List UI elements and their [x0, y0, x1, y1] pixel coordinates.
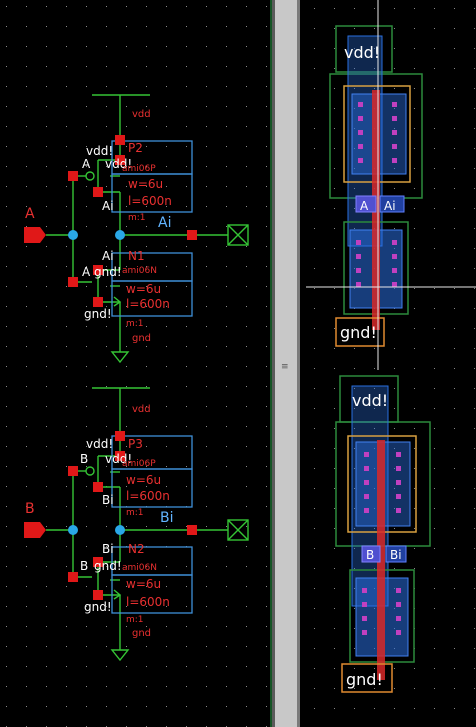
layout-gnd-label-b: gnd! — [346, 670, 383, 689]
nmos-gate-label-b: B — [80, 559, 88, 573]
net-dot-a — [68, 230, 78, 240]
nmos-model-label-b: ami06N — [122, 563, 157, 573]
layout-vdd-label-a: vdd! — [344, 43, 380, 62]
pmos-w-label-b: w=6u — [126, 473, 161, 487]
nmos-drain-label-a: Ai — [102, 249, 114, 263]
pmos-vdd-pin-label-b: vdd! — [86, 437, 113, 451]
layout-canvas[interactable]: vdd! A Ai gnd! vdd! B Bi gnd! — [306, 0, 476, 727]
layout-in-label-a: A — [360, 199, 369, 213]
splitter-edge-right — [297, 0, 300, 727]
net-dot-ai — [115, 230, 125, 240]
pmos-model-label-b: ami06P — [122, 459, 156, 469]
pmos-name-p2: P2 — [128, 141, 143, 155]
input-pin-a-shape — [24, 227, 46, 243]
nmos-m-label-a: m:1 — [126, 319, 144, 329]
pmos-gate-label-a: A — [82, 157, 91, 171]
nmos-bulk-label-a: gnd! — [94, 265, 122, 279]
pmos-l-label-a: l=600n — [128, 194, 172, 208]
layout-out-label-b: Bi — [390, 548, 402, 562]
nmos-name-n1: N1 — [128, 249, 145, 263]
input-pin-b-shape — [24, 522, 46, 538]
nmos-bulk-label-b: gnd! — [94, 559, 122, 573]
nmos-gate-label-a: A — [82, 265, 91, 279]
gnd-label-a: gnd — [132, 333, 151, 344]
vdd-label-a: vdd — [132, 109, 151, 120]
layout-drawing[interactable]: vdd! A Ai gnd! vdd! B Bi gnd! — [306, 0, 476, 727]
schematic-drawing[interactable]: vdd P2 A vdd! vdd! ami06P w=6u Ai l=600n… — [0, 0, 272, 727]
nmos-m-label-b: m:1 — [126, 615, 144, 625]
nmos-l-label-a: l=600n — [126, 297, 170, 311]
pmos-name-p3: P3 — [128, 437, 143, 451]
layout-inverter-a[interactable] — [329, 25, 423, 347]
vdd-label-b: vdd — [132, 404, 151, 415]
pmos-w-label-a: w=6u — [128, 177, 163, 191]
nmos-drain-label-b: Bi — [102, 542, 114, 556]
layout-out-label-a: Ai — [384, 199, 396, 213]
output-terminal-bi[interactable] — [227, 519, 249, 541]
pmos-gate-label-b: B — [80, 452, 88, 466]
nmos-w-label-a: w=6u — [126, 282, 161, 296]
nmos-w-label-b: w=6u — [126, 577, 161, 591]
layout-inverter-b[interactable] — [335, 375, 431, 693]
net-dot-b — [68, 525, 78, 535]
nmos-source-label-b: gnd! — [84, 600, 112, 614]
nmos-model-label-a: ami06N — [122, 266, 157, 276]
nmos-l-label-b: l=600n — [126, 595, 170, 609]
layout-in-label-b: B — [366, 548, 374, 562]
pmos-drain-label-b: Bi — [102, 493, 114, 507]
output-terminal-ai[interactable] — [227, 224, 249, 246]
pmos-model-label-a: ami06P — [122, 164, 156, 174]
pane-splitter[interactable]: ≡ — [272, 0, 306, 727]
pmos-l-label-b: l=600n — [126, 489, 170, 503]
gnd-label-b: gnd — [132, 628, 151, 639]
output-net-label-ai: Ai — [158, 215, 171, 231]
splitter-grip-icon[interactable]: ≡ — [281, 362, 289, 372]
pmos-drain-label-a: Ai — [102, 199, 114, 213]
output-net-label-bi: Bi — [160, 510, 174, 526]
pmos-vdd-pin-label-a: vdd! — [86, 144, 113, 158]
nmos-source-label-a: gnd! — [84, 307, 112, 321]
pmos-m-label-b: m:1 — [126, 508, 144, 518]
input-pin-label-b: B — [25, 501, 35, 517]
layout-vdd-label-b: vdd! — [352, 391, 388, 410]
schematic-canvas[interactable]: vdd P2 A vdd! vdd! ami06P w=6u Ai l=600n… — [0, 0, 272, 727]
nmos-name-n2: N2 — [128, 542, 145, 556]
pmos-m-label-a: m:1 — [128, 213, 146, 223]
layout-gnd-label-a: gnd! — [340, 323, 377, 342]
net-dot-bi — [115, 525, 125, 535]
input-pin-label-a: A — [25, 206, 35, 222]
